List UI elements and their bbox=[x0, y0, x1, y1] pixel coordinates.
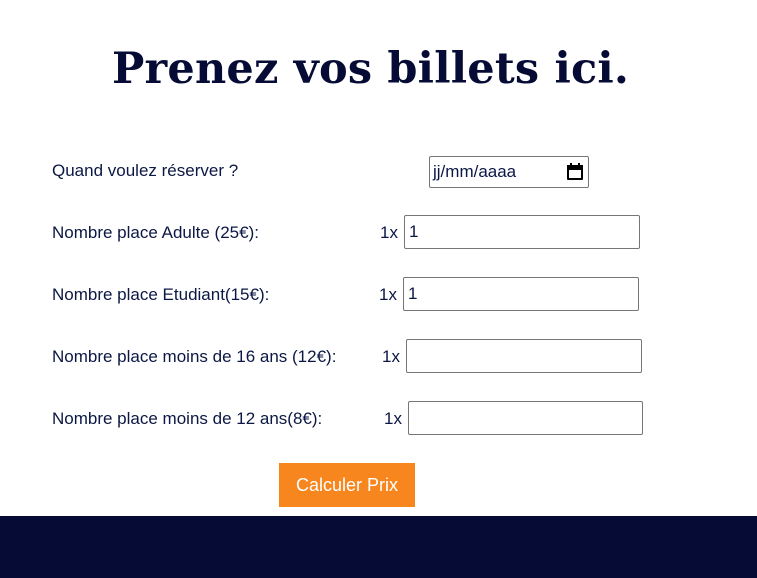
date-input[interactable]: jj/mm/aaaa bbox=[429, 156, 589, 188]
student-label: Nombre place Etudiant(15€): bbox=[52, 285, 270, 304]
adult-multiplier: 1x bbox=[380, 223, 398, 242]
under16-quantity-input[interactable] bbox=[406, 339, 642, 373]
student-multiplier: 1x bbox=[379, 285, 397, 304]
footer bbox=[0, 516, 757, 578]
under12-label: Nombre place moins de 12 ans(8€): bbox=[52, 409, 323, 428]
page-title: Prenez vos billets ici. bbox=[112, 44, 630, 94]
under16-multiplier: 1x bbox=[382, 347, 400, 366]
under12-multiplier: 1x bbox=[384, 409, 402, 428]
adult-quantity-input[interactable] bbox=[404, 215, 640, 249]
under12-quantity-input[interactable] bbox=[408, 401, 643, 435]
calculate-price-button[interactable]: Calculer Prix bbox=[279, 463, 415, 507]
date-label: Quand voulez réserver ? bbox=[52, 161, 239, 180]
calendar-icon[interactable] bbox=[567, 162, 583, 180]
student-quantity-input[interactable] bbox=[403, 277, 639, 311]
date-placeholder: jj/mm/aaaa bbox=[433, 162, 517, 181]
adult-label: Nombre place Adulte (25€): bbox=[52, 223, 259, 242]
page: Prenez vos billets ici. Quand voulez rés… bbox=[0, 0, 757, 578]
under16-label: Nombre place moins de 16 ans (12€): bbox=[52, 347, 337, 366]
